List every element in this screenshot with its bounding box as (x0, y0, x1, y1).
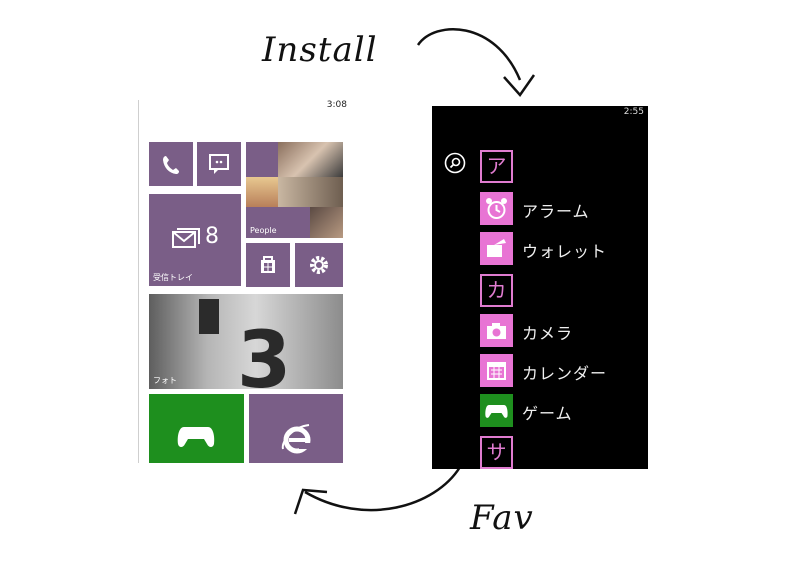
status-time: 3:08 (326, 100, 347, 110)
mail-tile[interactable]: 8 受信トレイ (149, 194, 241, 286)
store-icon (261, 256, 275, 273)
people-photo-1 (278, 142, 343, 177)
mail-label: 受信トレイ (153, 273, 193, 282)
settings-tile[interactable] (295, 243, 343, 287)
phone-tile[interactable] (149, 142, 193, 186)
app-label-games[interactable]: ゲーム (522, 400, 573, 424)
people-label: People (250, 226, 277, 235)
alarm-app-tile[interactable] (480, 192, 513, 225)
camera-app-tile[interactable] (480, 314, 513, 347)
app-label-alarm[interactable]: アラーム (522, 198, 590, 222)
photos-label: フォト (153, 376, 177, 385)
letter-group-sa[interactable]: サ (480, 436, 513, 469)
games-app-tile[interactable] (480, 394, 513, 427)
store-tile[interactable] (246, 243, 290, 287)
letter-group-a[interactable]: ア (480, 150, 513, 183)
people-tile[interactable]: People (246, 142, 343, 238)
camera-icon (487, 323, 506, 339)
wallet-app-tile[interactable] (480, 232, 513, 265)
fav-arrow (293, 466, 462, 515)
install-arrow (416, 27, 536, 98)
app-label-camera[interactable]: カメラ (522, 320, 573, 344)
calendar-app-tile[interactable] (480, 354, 513, 387)
internet-explorer-icon (281, 424, 311, 454)
mail-count: 8 (205, 224, 219, 249)
xbox-controller-icon (177, 427, 215, 447)
app-list-phone: 2:55 ア アラーム ウォレット カ カメラ カレンダー ゲーム サ (432, 106, 648, 469)
wallet-icon (487, 239, 506, 257)
people-photo-4 (310, 207, 343, 238)
people-photo-2 (246, 177, 278, 207)
app-label-calendar[interactable]: カレンダー (522, 360, 607, 384)
calendar-icon (487, 362, 506, 380)
search-icon[interactable] (444, 152, 466, 174)
photos-tile[interactable]: 3 フォト (149, 294, 343, 389)
install-annotation: Install (262, 30, 378, 70)
messaging-tile[interactable] (197, 142, 241, 186)
xbox-games-tile[interactable] (149, 394, 244, 463)
app-label-wallet[interactable]: ウォレット (522, 238, 607, 262)
phone-icon (163, 156, 179, 174)
people-photo-3 (278, 177, 343, 207)
fav-annotation: Fav (470, 498, 534, 538)
gear-icon (310, 256, 328, 274)
xbox-controller-icon (485, 405, 508, 418)
start-screen-phone: 3:08 People 8 受信トレイ 3 フォト (138, 100, 349, 463)
big-number-3: 3 (237, 316, 292, 389)
mail-icon (172, 228, 200, 248)
traffic-light-shape (199, 299, 219, 334)
messaging-icon (209, 154, 229, 174)
alarm-icon (486, 198, 507, 219)
letter-group-ka[interactable]: カ (480, 274, 513, 307)
internet-explorer-tile[interactable] (249, 394, 343, 463)
status-time: 2:55 (623, 107, 644, 117)
